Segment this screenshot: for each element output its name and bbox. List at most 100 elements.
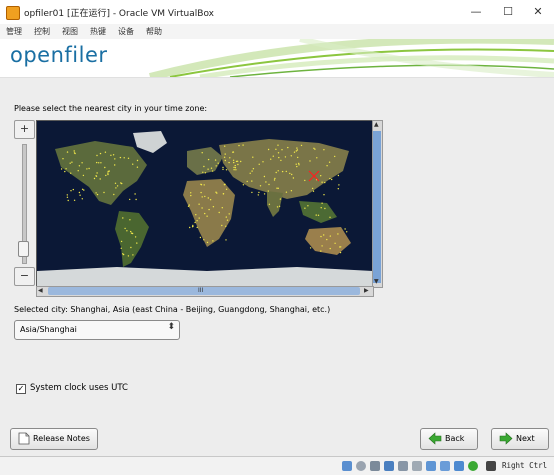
city-dot — [275, 171, 277, 174]
video-capture-icon[interactable] — [440, 461, 450, 471]
city-dot — [344, 228, 346, 230]
usb-icon[interactable] — [398, 461, 408, 471]
city-dot — [60, 168, 63, 170]
map-vertical-scroll-thumb[interactable] — [373, 131, 381, 283]
city-dot — [337, 174, 340, 177]
city-dot — [134, 193, 136, 195]
city-dot — [100, 162, 102, 164]
city-dot — [296, 165, 298, 168]
menu-bar: 管理 控制 视图 热键 设备 帮助 — [0, 24, 554, 39]
city-dot — [66, 151, 69, 153]
city-dot — [190, 194, 192, 197]
network-icon[interactable] — [384, 461, 394, 471]
city-dot — [206, 241, 209, 244]
close-button[interactable]: ✕ — [524, 3, 552, 21]
city-dot — [211, 170, 214, 172]
city-dot — [225, 225, 227, 227]
back-button[interactable]: Back — [420, 428, 478, 450]
city-dot — [104, 151, 107, 153]
menu-hotkeys[interactable]: 热键 — [90, 26, 106, 37]
city-dot — [272, 155, 274, 157]
city-dot — [233, 166, 235, 169]
city-dot — [323, 149, 325, 151]
city-dot — [72, 188, 74, 191]
city-dot — [216, 192, 218, 194]
city-dot — [229, 157, 231, 159]
release-notes-button[interactable]: Release Notes — [10, 428, 98, 450]
city-dot — [73, 150, 75, 152]
city-dot — [237, 163, 239, 166]
scroll-down-icon[interactable]: ▼ — [374, 278, 379, 285]
city-dot — [242, 184, 245, 186]
menu-view[interactable]: 视图 — [62, 26, 78, 37]
system-clock-utc-checkbox[interactable]: ✓ — [16, 384, 26, 394]
city-dot — [249, 172, 251, 174]
city-dot — [226, 219, 229, 221]
virtualbox-app-icon — [6, 6, 20, 20]
city-dot — [280, 159, 282, 162]
menu-devices[interactable]: 设备 — [118, 26, 134, 37]
scroll-right-icon[interactable]: ▶ — [364, 287, 369, 294]
city-dot — [252, 156, 254, 158]
menu-help[interactable]: 帮助 — [146, 26, 162, 37]
timezone-world-map[interactable] — [36, 120, 374, 288]
city-dot — [242, 144, 244, 146]
city-dot — [262, 161, 264, 163]
minimize-button[interactable]: — — [462, 3, 490, 21]
city-dot — [190, 192, 192, 194]
display-icon[interactable] — [426, 461, 436, 471]
zoom-out-button[interactable]: − — [14, 267, 35, 286]
city-dot — [217, 162, 219, 164]
city-dot — [240, 160, 242, 163]
mouse-integration-icon[interactable] — [468, 461, 478, 471]
installer-content: Please select the nearest city in your t… — [0, 78, 554, 456]
timezone-dropdown[interactable]: Asia/Shanghai ⬍ — [14, 320, 180, 340]
city-dot — [206, 215, 208, 217]
virtualization-icon[interactable] — [454, 461, 464, 471]
scroll-up-icon[interactable]: ▲ — [374, 121, 379, 128]
city-dot — [212, 240, 214, 242]
window-title: opfiler01 [正在运行] - Oracle VM VirtualBox — [24, 9, 214, 19]
maximize-button[interactable]: ☐ — [494, 3, 522, 21]
city-dot — [136, 166, 139, 168]
city-dot — [135, 198, 137, 201]
city-dot — [200, 191, 202, 194]
shared-folders-icon[interactable] — [412, 461, 422, 471]
city-dot — [251, 170, 253, 172]
next-button[interactable]: Next — [491, 428, 549, 450]
city-dot — [293, 151, 296, 153]
city-dot — [277, 144, 279, 146]
city-dot — [251, 191, 253, 194]
zoom-in-button[interactable]: + — [14, 120, 35, 139]
scroll-left-icon[interactable]: ◀ — [38, 287, 43, 294]
city-dot — [274, 177, 276, 180]
system-clock-utc-label[interactable]: System clock uses UTC — [30, 383, 128, 393]
menu-control[interactable]: 控制 — [34, 26, 50, 37]
city-dot — [81, 162, 83, 164]
city-dot — [235, 169, 237, 171]
world-map-graphic — [37, 121, 373, 287]
city-dot — [88, 167, 90, 170]
back-arrow-icon — [428, 432, 442, 445]
city-dot — [196, 226, 198, 229]
city-dot — [307, 205, 309, 207]
city-dot — [329, 247, 331, 250]
city-dot — [328, 161, 331, 163]
city-dot — [201, 207, 203, 209]
map-horizontal-scroll-thumb[interactable]: III — [48, 287, 360, 295]
city-dot — [300, 144, 303, 147]
city-dot — [105, 174, 107, 177]
city-dot — [200, 184, 203, 186]
city-dot — [78, 191, 81, 194]
zoom-slider-handle[interactable] — [18, 241, 29, 257]
menu-manage[interactable]: 管理 — [6, 26, 22, 37]
hard-disk-icon[interactable] — [342, 461, 352, 471]
city-dot — [284, 156, 287, 158]
city-dot — [228, 213, 230, 215]
installer-banner: openfiler — [0, 39, 554, 78]
optical-drive-icon[interactable] — [356, 461, 366, 471]
city-dot — [77, 170, 79, 172]
city-dot — [298, 162, 300, 165]
audio-icon[interactable] — [370, 461, 380, 471]
city-dot — [340, 246, 342, 248]
